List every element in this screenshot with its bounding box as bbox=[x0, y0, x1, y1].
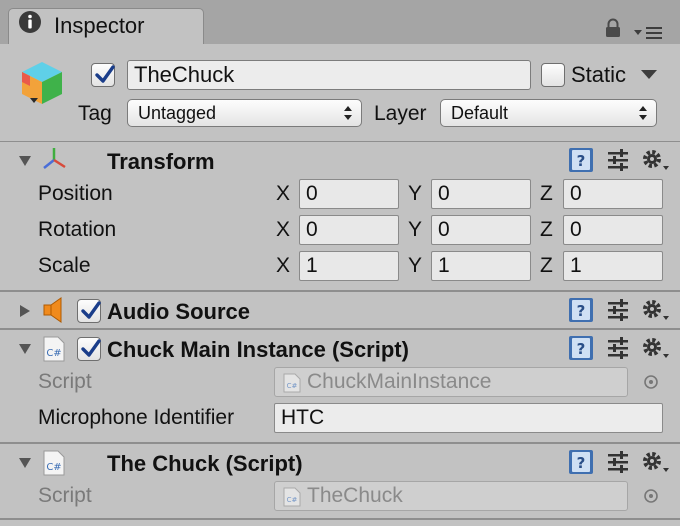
axis-x-label: X bbox=[276, 182, 291, 205]
audio-foldout-icon[interactable] bbox=[18, 304, 32, 318]
info-icon bbox=[18, 10, 42, 34]
static-checkbox[interactable] bbox=[541, 63, 565, 87]
component-separator bbox=[0, 442, 680, 444]
help-book-icon[interactable]: ? bbox=[568, 297, 594, 323]
help-book-icon[interactable]: ? bbox=[568, 449, 594, 475]
help-book-icon[interactable]: ? bbox=[568, 335, 594, 361]
axis-x-label: X bbox=[276, 254, 291, 277]
csharp-script-icon: C# bbox=[283, 487, 301, 507]
rotation-y-field[interactable]: 0 bbox=[431, 215, 531, 245]
transform-title[interactable]: Transform bbox=[107, 149, 215, 175]
presets-sliders-icon[interactable] bbox=[606, 148, 630, 172]
scale-x-field[interactable]: 1 bbox=[299, 251, 399, 281]
component-separator bbox=[0, 518, 680, 520]
gameobject-header bbox=[0, 44, 680, 142]
chuck-main-foldout-icon[interactable] bbox=[18, 342, 32, 356]
chuck-main-title[interactable]: Chuck Main Instance (Script) bbox=[107, 337, 409, 363]
csharp-script-icon: C# bbox=[43, 336, 65, 362]
rotation-label: Rotation bbox=[38, 218, 117, 241]
tab-menu-icon[interactable] bbox=[634, 26, 664, 40]
component-separator bbox=[0, 328, 680, 330]
gear-icon[interactable] bbox=[641, 450, 671, 474]
svg-text:?: ? bbox=[577, 152, 586, 170]
cube-icon[interactable] bbox=[18, 58, 66, 108]
transform-axes-icon bbox=[43, 148, 66, 169]
script-object-field[interactable]: C# ChuckMainInstance bbox=[274, 367, 628, 397]
microphone-identifier-field[interactable]: HTC bbox=[274, 403, 663, 433]
the-chuck-foldout-icon[interactable] bbox=[18, 456, 32, 470]
scale-label: Scale bbox=[38, 254, 91, 277]
rotation-z-field[interactable]: 0 bbox=[563, 215, 663, 245]
axis-y-label: Y bbox=[408, 254, 423, 277]
lock-icon[interactable] bbox=[605, 18, 621, 38]
svg-text:?: ? bbox=[577, 454, 586, 472]
gameobject-name-field[interactable]: TheChuck bbox=[127, 60, 531, 90]
layer-label: Layer bbox=[374, 102, 427, 125]
transform-foldout-icon[interactable] bbox=[18, 154, 32, 168]
static-label: Static bbox=[571, 62, 627, 87]
position-label: Position bbox=[38, 182, 113, 205]
script-label: Script bbox=[38, 484, 92, 507]
presets-sliders-icon[interactable] bbox=[606, 336, 630, 360]
position-z-field[interactable]: 0 bbox=[563, 179, 663, 209]
csharp-script-icon: C# bbox=[283, 373, 301, 393]
tab-title[interactable]: Inspector bbox=[54, 13, 145, 39]
rotation-x-field[interactable]: 0 bbox=[299, 215, 399, 245]
axis-y-label: Y bbox=[408, 218, 423, 241]
static-dropdown-icon[interactable] bbox=[640, 68, 658, 80]
axis-z-label: Z bbox=[540, 218, 553, 241]
scale-y-field[interactable]: 1 bbox=[431, 251, 531, 281]
speaker-icon bbox=[43, 297, 62, 323]
script-value: ChuckMainInstance bbox=[307, 370, 492, 393]
object-picker-icon[interactable] bbox=[643, 374, 659, 390]
svg-text:C#: C# bbox=[46, 462, 61, 473]
audio-source-title[interactable]: Audio Source bbox=[107, 299, 250, 325]
audio-enabled-checkbox[interactable] bbox=[77, 299, 101, 323]
component-separator bbox=[0, 290, 680, 292]
script-object-field[interactable]: C# TheChuck bbox=[274, 481, 628, 511]
svg-text:?: ? bbox=[577, 302, 586, 320]
position-x-field[interactable]: 0 bbox=[299, 179, 399, 209]
active-checkbox[interactable] bbox=[91, 63, 115, 87]
tag-value: Untagged bbox=[138, 103, 217, 123]
layer-value: Default bbox=[451, 103, 509, 123]
csharp-script-icon: C# bbox=[43, 450, 65, 476]
axis-x-label: X bbox=[276, 218, 291, 241]
layer-dropdown[interactable]: Default bbox=[440, 99, 657, 127]
gear-icon[interactable] bbox=[641, 298, 671, 322]
updown-arrows-icon bbox=[639, 106, 647, 120]
the-chuck-title[interactable]: The Chuck (Script) bbox=[107, 451, 303, 477]
presets-sliders-icon[interactable] bbox=[606, 298, 630, 322]
object-picker-icon[interactable] bbox=[643, 488, 659, 504]
presets-sliders-icon[interactable] bbox=[606, 450, 630, 474]
help-book-icon[interactable]: ? bbox=[568, 147, 594, 173]
chuck-main-enabled-checkbox[interactable] bbox=[77, 337, 101, 361]
axis-y-label: Y bbox=[408, 182, 423, 205]
microphone-identifier-label: Microphone Identifier bbox=[38, 406, 235, 429]
svg-text:C#: C# bbox=[287, 496, 298, 504]
script-value: TheChuck bbox=[307, 484, 403, 507]
scale-z-field[interactable]: 1 bbox=[563, 251, 663, 281]
position-y-field[interactable]: 0 bbox=[431, 179, 531, 209]
svg-text:?: ? bbox=[577, 340, 586, 358]
tag-label: Tag bbox=[78, 102, 112, 125]
updown-arrows-icon bbox=[344, 106, 352, 120]
svg-text:C#: C# bbox=[287, 382, 298, 390]
tag-dropdown[interactable]: Untagged bbox=[127, 99, 362, 127]
axis-z-label: Z bbox=[540, 182, 553, 205]
gear-icon[interactable] bbox=[641, 336, 671, 360]
script-label: Script bbox=[38, 370, 92, 393]
gear-icon[interactable] bbox=[641, 148, 671, 172]
svg-text:C#: C# bbox=[46, 348, 61, 359]
axis-z-label: Z bbox=[540, 254, 553, 277]
